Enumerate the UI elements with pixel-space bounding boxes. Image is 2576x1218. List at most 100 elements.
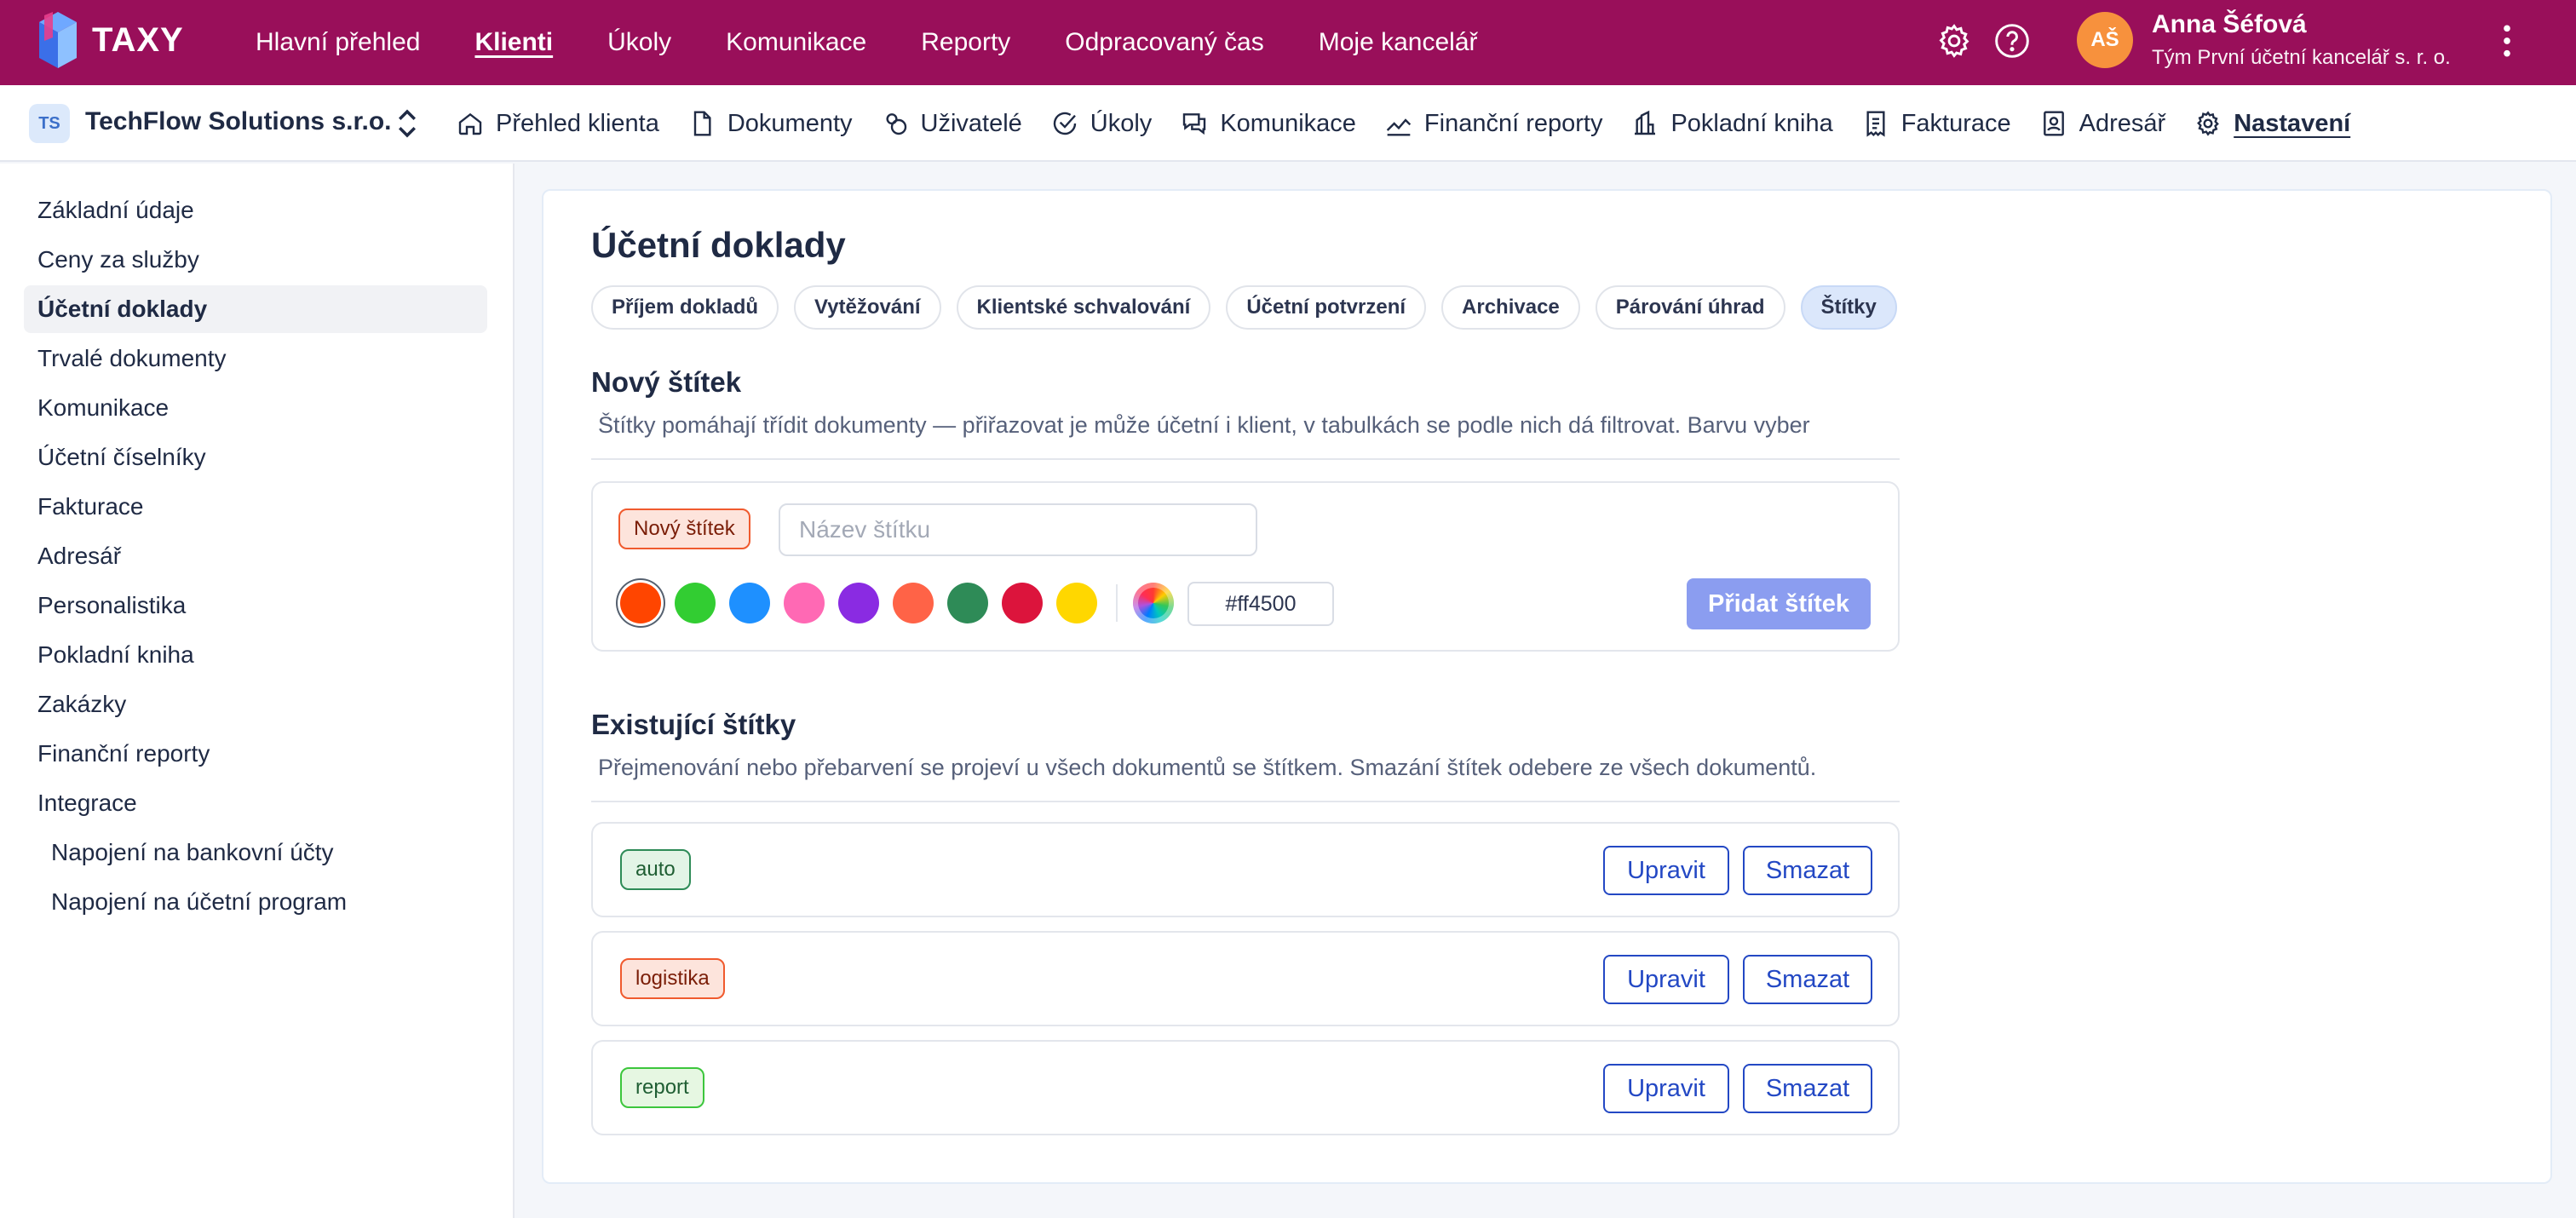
color-swatch-hot-pink[interactable] xyxy=(784,583,825,623)
tab-prijem-dokladu[interactable]: Příjem dokladů xyxy=(591,285,779,330)
settings-gear-icon[interactable] xyxy=(1935,22,1973,60)
sidebar-item-trvale-dokumenty[interactable]: Trvalé dokumenty xyxy=(24,335,487,382)
sidebar-item-ceny-za-sluzby[interactable]: Ceny za služby xyxy=(24,236,487,284)
subnav-uzivatele[interactable]: Uživatelé xyxy=(882,110,1022,138)
settings-card xyxy=(542,189,2552,1184)
more-vertical-icon[interactable] xyxy=(2494,22,2520,60)
new-tag-preview: Nový štítek xyxy=(618,508,750,549)
edit-tag-button[interactable]: Upravit xyxy=(1603,955,1729,1004)
subnav-fakturace[interactable]: Fakturace xyxy=(1862,110,2011,138)
subnav-label: Uživatelé xyxy=(920,109,1022,137)
help-icon[interactable] xyxy=(1993,22,2031,60)
subnav-label: Komunikace xyxy=(1220,109,1356,137)
sidebar-item-personalistika[interactable]: Personalistika xyxy=(24,582,487,629)
chat-icon xyxy=(1183,113,1206,135)
color-swatch-blue-violet[interactable] xyxy=(838,583,879,623)
page-title: Účetní doklady xyxy=(591,225,846,265)
user-team: Tým První účetní kancelář s. r. o. xyxy=(2152,46,2451,69)
client-name[interactable]: TechFlow Solutions s.r.o. xyxy=(85,107,391,136)
tab-ucetni-potvrzeni[interactable]: Účetní potvrzení xyxy=(1226,285,1427,330)
hex-color-input[interactable] xyxy=(1187,582,1334,626)
user-avatar[interactable]: AŠ xyxy=(2077,12,2133,68)
tag-chip: report xyxy=(620,1067,704,1108)
subnav-adresar[interactable]: Adresář xyxy=(2040,109,2166,138)
tab-archivace[interactable]: Archivace xyxy=(1441,285,1580,330)
subnav-nastaveni[interactable]: Nastavení xyxy=(2194,110,2350,138)
sidebar-item-integrace[interactable]: Integrace xyxy=(24,779,487,827)
color-swatch-lime-green[interactable] xyxy=(675,583,716,623)
subnav-prehled-klienta[interactable]: Přehled klienta xyxy=(457,110,659,138)
delete-tag-button[interactable]: Smazat xyxy=(1743,846,1872,895)
tag-name-input[interactable] xyxy=(779,503,1257,556)
edit-tag-button[interactable]: Upravit xyxy=(1603,846,1729,895)
document-icon xyxy=(693,111,711,136)
custom-color-picker-icon[interactable] xyxy=(1133,583,1174,623)
topnav-moje-kancelar[interactable]: Moje kancelář xyxy=(1319,28,1478,57)
trend-icon xyxy=(1386,118,1412,136)
tab-parovani-uhrad[interactable]: Párování úhrad xyxy=(1595,285,1785,330)
subnav-komunikace[interactable]: Komunikace xyxy=(1181,110,1356,138)
color-swatch-crimson[interactable] xyxy=(1002,583,1043,623)
topnav-ukoly[interactable]: Úkoly xyxy=(607,28,671,57)
delete-tag-button[interactable]: Smazat xyxy=(1743,955,1872,1004)
tag-row: logistika Upravit Smazat xyxy=(591,931,1900,1026)
user-name[interactable]: Anna Šéfová xyxy=(2152,10,2307,39)
subnav-dokumenty[interactable]: Dokumenty xyxy=(688,110,853,138)
sidebar-item-zakladni-udaje[interactable]: Základní údaje xyxy=(24,187,487,234)
cashbook-icon xyxy=(1635,110,1656,135)
gear-icon xyxy=(2197,111,2220,136)
client-initials-badge: TS xyxy=(29,104,70,143)
tag-chip: auto xyxy=(620,849,691,890)
sidebar-item-napojeni-ucetni-program[interactable]: Napojení na účetní program xyxy=(24,878,487,926)
color-swatch-tomato[interactable] xyxy=(893,583,934,623)
sidebar-item-ucetni-ciselniky[interactable]: Účetní číselníky xyxy=(24,434,487,481)
subnav-label: Fakturace xyxy=(1900,109,2011,137)
sidebar-item-financni-reporty[interactable]: Finanční reporty xyxy=(24,730,487,778)
tab-vytezovani[interactable]: Vytěžování xyxy=(794,285,941,330)
new-tag-description: Štítky pomáhají třídit dokumenty — přiřa… xyxy=(598,412,1810,438)
sidebar-item-adresar[interactable]: Adresář xyxy=(24,532,487,580)
tab-stitky[interactable]: Štítky xyxy=(1800,285,1897,330)
settings-tabs: Příjem dokladů Vytěžování Klientské schv… xyxy=(591,285,1897,330)
sidebar-item-fakturace[interactable]: Fakturace xyxy=(24,483,487,531)
app-logo[interactable]: TAXY xyxy=(36,12,184,68)
sidebar-item-zakazky[interactable]: Zakázky xyxy=(24,681,487,728)
edit-tag-button[interactable]: Upravit xyxy=(1603,1064,1729,1113)
topnav-odpracovany-cas[interactable]: Odpracovaný čas xyxy=(1065,28,1263,57)
invoice-icon xyxy=(1866,111,1885,137)
main-navigation: Hlavní přehled Klienti Úkoly Komunikace … xyxy=(256,0,1532,85)
delete-tag-button[interactable]: Smazat xyxy=(1743,1064,1872,1113)
subnav-label: Finanční reporty xyxy=(1423,109,1603,137)
color-swatch-orange-red[interactable] xyxy=(620,583,661,623)
subnav-ukoly[interactable]: Úkoly xyxy=(1051,109,1153,138)
existing-tags-title: Existující štítky xyxy=(591,709,796,740)
check-circle-icon xyxy=(1053,112,1076,135)
add-tag-button[interactable]: Přidat štítek xyxy=(1687,578,1871,629)
sidebar-item-napojeni-bankovni-ucty[interactable]: Napojení na bankovní účty xyxy=(24,829,487,876)
subnav-label: Adresář xyxy=(2079,109,2166,137)
sidebar-item-ucetni-doklady[interactable]: Účetní doklady xyxy=(24,285,487,333)
divider xyxy=(591,458,1900,460)
client-bar: TS TechFlow Solutions s.r.o. Přehled kli… xyxy=(0,85,2576,162)
tab-klientske-schvalovani[interactable]: Klientské schvalování xyxy=(956,285,1211,330)
app-name: TAXY xyxy=(92,20,184,59)
sidebar-item-komunikace[interactable]: Komunikace xyxy=(24,384,487,432)
topnav-komunikace[interactable]: Komunikace xyxy=(726,28,866,57)
topnav-klienti[interactable]: Klienti xyxy=(474,28,553,57)
subnav-financni-reporty[interactable]: Finanční reporty xyxy=(1385,109,1603,138)
chevron-up-down-icon[interactable] xyxy=(394,106,421,141)
divider xyxy=(1116,584,1118,622)
color-swatch-dodger-blue[interactable] xyxy=(729,583,770,623)
topnav-reporty[interactable]: Reporty xyxy=(921,28,1010,57)
color-swatch-sea-green[interactable] xyxy=(947,583,988,623)
top-bar: TAXY Hlavní přehled Klienti Úkoly Komuni… xyxy=(0,0,2576,85)
subnav-label: Úkoly xyxy=(1090,109,1153,137)
subnav-pokladni-kniha[interactable]: Pokladní kniha xyxy=(1631,110,1833,138)
topnav-hlavni-prehled[interactable]: Hlavní přehled xyxy=(256,28,420,57)
color-swatch-gold[interactable] xyxy=(1056,583,1097,623)
divider xyxy=(591,801,1900,802)
existing-tags-description: Přejmenování nebo přebarvení se projeví … xyxy=(598,755,1817,780)
sidebar-item-pokladni-kniha[interactable]: Pokladní kniha xyxy=(24,631,487,679)
subnav-label: Nastavení xyxy=(2234,109,2351,137)
settings-sidebar: Základní údaje Ceny za služby Účetní dok… xyxy=(0,164,515,1218)
